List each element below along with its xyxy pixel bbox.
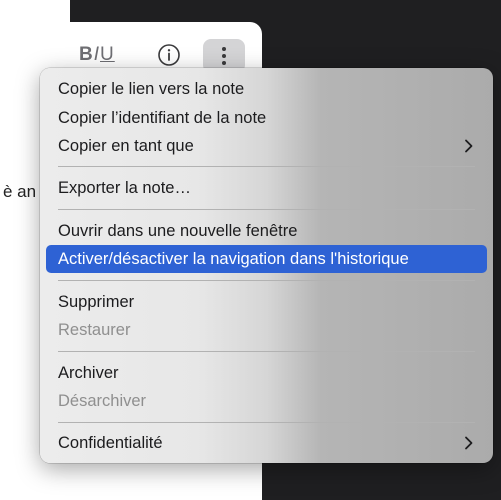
menu-item-label: Exporter la note… [58, 178, 191, 197]
menu-item-label: Archiver [58, 363, 119, 382]
menu-item-restore: Restaurer [46, 316, 487, 344]
menu-item-label: Copier l’identifiant de la note [58, 108, 267, 127]
menu-item-copy-identifier[interactable]: Copier l’identifiant de la note [46, 104, 487, 132]
underline-label: U [100, 44, 115, 65]
chevron-right-icon [465, 436, 473, 450]
menu-item-label: Copier le lien vers la note [58, 79, 245, 98]
menu-item-toggle-history-navigation[interactable]: Activer/désactiver la navigation dans l'… [46, 245, 487, 273]
menu-separator [58, 351, 475, 352]
menu-item-label: Confidentialité [58, 433, 163, 452]
text-format-button[interactable]: B I U [79, 44, 115, 66]
menu-separator [58, 209, 475, 210]
menu-item-archive[interactable]: Archiver [46, 359, 487, 387]
menu-separator [58, 422, 475, 423]
menu-separator [58, 280, 475, 281]
menu-item-label: Supprimer [58, 292, 135, 311]
menu-item-label: Désarchiver [58, 391, 147, 410]
menu-item-export[interactable]: Exporter la note… [46, 174, 487, 202]
menu-item-privacy[interactable]: Confidentialité [46, 429, 487, 457]
note-body-text: è an [3, 182, 37, 201]
more-vertical-icon [222, 47, 226, 65]
chevron-right-icon [465, 139, 473, 153]
menu-item-unarchive: Désarchiver [46, 387, 487, 415]
bold-label: B [79, 44, 94, 65]
info-icon[interactable] [157, 43, 181, 67]
menu-item-copy-link[interactable]: Copier le lien vers la note [46, 75, 487, 103]
menu-item-delete[interactable]: Supprimer [46, 288, 487, 316]
menu-item-open-new-window[interactable]: Ouvrir dans une nouvelle fenêtre [46, 217, 487, 245]
menu-item-label: Activer/désactiver la navigation dans l'… [58, 249, 409, 268]
menu-separator [58, 166, 475, 167]
menu-item-label: Restaurer [58, 320, 131, 339]
menu-item-label: Copier en tant que [58, 136, 194, 155]
menu-item-label: Ouvrir dans une nouvelle fenêtre [58, 221, 298, 240]
note-context-menu: Copier le lien vers la note Copier l’ide… [40, 68, 493, 463]
menu-item-copy-as[interactable]: Copier en tant que [46, 132, 487, 160]
